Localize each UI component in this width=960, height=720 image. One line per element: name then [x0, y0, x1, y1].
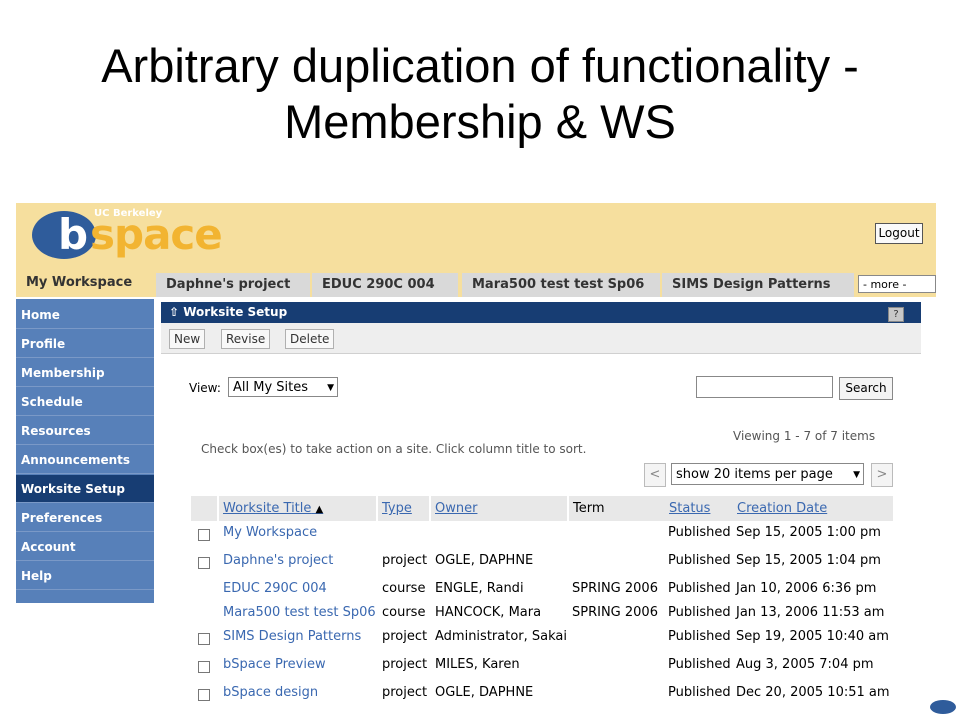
sidebar-item-help[interactable]: Help — [16, 562, 154, 590]
slide-title-line-1: Arbitrary duplication of functionality - — [101, 39, 859, 92]
site-status: Published — [668, 525, 731, 540]
site-term: SPRING 2006 — [572, 605, 658, 620]
site-type: project — [382, 685, 428, 700]
site-status: Published — [668, 629, 731, 644]
column-header-worksite-title[interactable]: Worksite Title ▲ — [219, 496, 376, 521]
worksite-title-link[interactable]: Daphne's project — [223, 553, 333, 569]
sort-ascending-icon: ▲ — [315, 504, 324, 515]
row-checkbox[interactable] — [198, 661, 210, 673]
site-status: Published — [668, 685, 731, 700]
worksite-title-link[interactable]: My Workspace — [223, 525, 317, 541]
column-header-status[interactable]: Status — [665, 496, 733, 521]
sidebar-item-membership[interactable]: Membership — [16, 359, 154, 387]
worksite-title-link[interactable]: Mara500 test test Sp06 — [223, 605, 376, 621]
logo-space-word: space — [90, 210, 223, 259]
row-checkbox[interactable] — [198, 689, 210, 701]
column-header-type[interactable]: Type — [378, 496, 429, 521]
creation-date: Jan 13, 2006 11:53 am — [736, 605, 885, 620]
site-type: project — [382, 629, 428, 644]
column-header-owner[interactable]: Owner — [431, 496, 567, 521]
sidebar-item-home[interactable]: Home — [16, 301, 154, 329]
site-tabs: My Workspace Daphne's project EDUC 290C … — [16, 271, 936, 297]
worksite-title-link[interactable]: bSpace Preview — [223, 657, 326, 673]
view-select[interactable]: All My Sites ▼ — [228, 377, 338, 397]
view-select-value: All My Sites — [233, 380, 309, 395]
help-icon[interactable]: ? — [888, 307, 904, 322]
more-sites-dropdown[interactable]: - more - — [858, 275, 936, 293]
site-status: Published — [668, 553, 731, 568]
site-type: course — [382, 605, 426, 620]
up-arrow-icon[interactable]: ⇧ — [169, 305, 179, 319]
next-page-button[interactable]: > — [871, 463, 893, 487]
site-type: project — [382, 553, 428, 568]
site-owner: OGLE, DAPHNE — [435, 685, 534, 700]
dropdown-arrow-icon: ▼ — [853, 470, 860, 480]
tool-title-bar: ⇧ Worksite Setup — [161, 302, 921, 323]
creation-date: Sep 15, 2005 1:00 pm — [736, 525, 881, 540]
select-column-header — [191, 496, 217, 521]
row-checkbox[interactable] — [198, 529, 210, 541]
site-owner: Administrator, Sakai — [435, 629, 567, 644]
delete-button[interactable]: Delete — [285, 329, 335, 349]
tab-educ-290c-004[interactable]: EDUC 290C 004 — [312, 273, 458, 297]
creation-date: Sep 15, 2005 1:04 pm — [736, 553, 881, 568]
new-button[interactable]: New — [169, 329, 206, 349]
creation-date: Dec 20, 2005 10:51 am — [736, 685, 890, 700]
tab-mara500[interactable]: Mara500 test test Sp06 — [462, 273, 660, 297]
site-type: project — [382, 657, 428, 672]
column-header-label: Worksite Title — [223, 501, 312, 516]
sidebar-item-preferences[interactable]: Preferences — [16, 504, 154, 532]
creation-date: Sep 19, 2005 10:40 am — [736, 629, 889, 644]
page-size-value: show 20 items per page — [676, 467, 833, 482]
tab-sims-design-patterns[interactable]: SIMS Design Patterns — [662, 273, 854, 297]
row-checkbox[interactable] — [198, 633, 210, 645]
tool-menu: Home Profile Membership Schedule Resourc… — [16, 299, 154, 603]
sidebar-item-announcements[interactable]: Announcements — [16, 446, 154, 474]
sidebar-item-resources[interactable]: Resources — [16, 417, 154, 445]
site-owner: HANCOCK, Mara — [435, 605, 542, 620]
tool-title: Worksite Setup — [183, 305, 288, 319]
site-status: Published — [668, 605, 731, 620]
site-type: course — [382, 581, 426, 596]
search-button[interactable]: Search — [839, 377, 893, 400]
logout-button[interactable]: Logout — [875, 223, 923, 244]
action-toolbar: New Revise Delete — [161, 323, 921, 354]
row-checkbox[interactable] — [198, 557, 210, 569]
site-status: Published — [668, 657, 731, 672]
worksite-title-link[interactable]: SIMS Design Patterns — [223, 629, 361, 645]
sidebar-item-schedule[interactable]: Schedule — [16, 388, 154, 416]
column-header-creation-date[interactable]: Creation Date — [733, 496, 893, 521]
revise-button[interactable]: Revise — [221, 329, 271, 349]
dropdown-arrow-icon: ▼ — [327, 383, 334, 393]
previous-page-button[interactable]: < — [644, 463, 666, 487]
bspace-screenshot: UC Berkeley b space Logout My Workspace … — [16, 203, 936, 720]
site-owner: MILES, Karen — [435, 657, 520, 672]
worksite-title-link[interactable]: EDUC 290C 004 — [223, 581, 327, 597]
sidebar-item-profile[interactable]: Profile — [16, 330, 154, 358]
site-owner: ENGLE, Randi — [435, 581, 524, 596]
viewing-count: Viewing 1 - 7 of 7 items — [733, 429, 876, 443]
tab-daphnes-project[interactable]: Daphne's project — [156, 273, 310, 297]
sidebar-item-worksite-setup[interactable]: Worksite Setup — [16, 475, 154, 503]
creation-date: Jan 10, 2006 6:36 pm — [736, 581, 877, 596]
view-label: View: — [189, 381, 221, 395]
column-header-term: Term — [569, 496, 665, 521]
site-status: Published — [668, 581, 731, 596]
instructions-text: Check box(es) to take action on a site. … — [201, 442, 587, 456]
logo-b-letter: b — [58, 210, 89, 259]
slide-title: Arbitrary duplication of functionality -… — [0, 38, 960, 150]
tab-my-workspace[interactable]: My Workspace — [16, 271, 154, 297]
sidebar-item-account[interactable]: Account — [16, 533, 154, 561]
page-size-select[interactable]: show 20 items per page ▼ — [671, 463, 864, 485]
site-header: UC Berkeley b space Logout — [16, 203, 936, 271]
slide-footer-logo-fragment — [930, 700, 956, 714]
site-owner: OGLE, DAPHNE — [435, 553, 534, 568]
site-term: SPRING 2006 — [572, 581, 658, 596]
search-input[interactable] — [696, 376, 833, 398]
creation-date: Aug 3, 2005 7:04 pm — [736, 657, 874, 672]
slide-title-line-2: Membership & WS — [284, 95, 676, 148]
worksite-title-link[interactable]: bSpace design — [223, 685, 318, 701]
